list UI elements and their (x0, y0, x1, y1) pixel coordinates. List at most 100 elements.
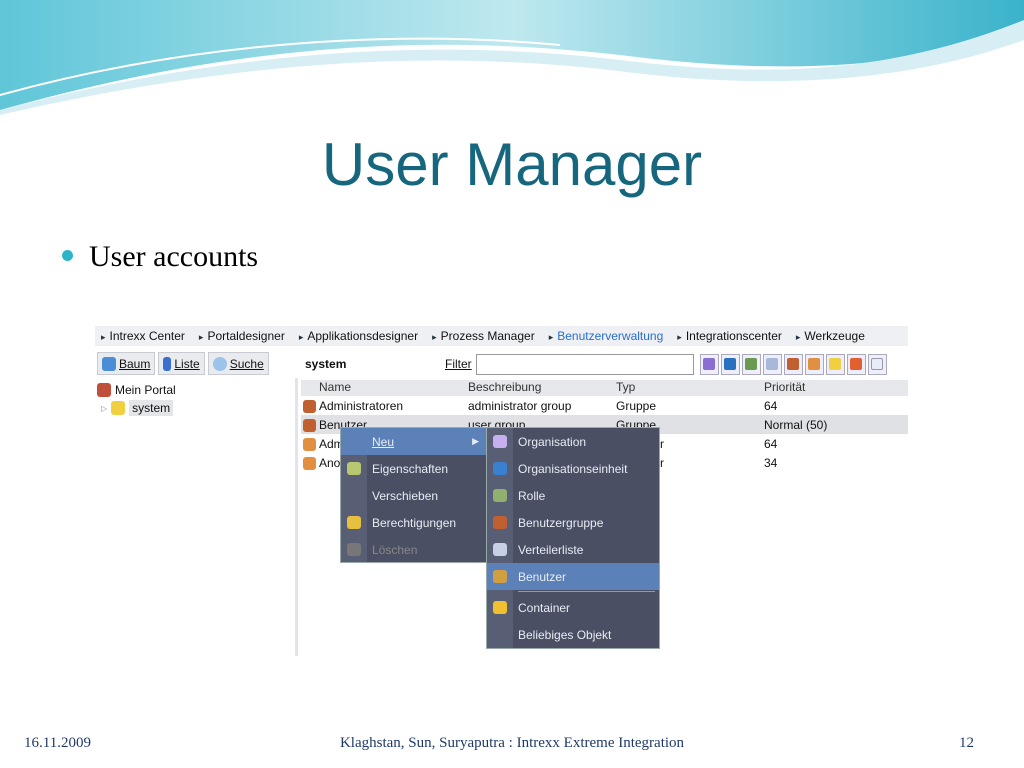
folder-icon (829, 358, 842, 370)
menu-benutzerverwaltung[interactable]: Benutzerverwaltung (549, 329, 663, 343)
user-icon (303, 437, 316, 451)
menu-integrationscenter[interactable]: Integrationscenter (677, 329, 782, 343)
suche-button[interactable]: Suche (207, 352, 269, 375)
menu-applikationsdesigner[interactable]: Applikationsdesigner (299, 329, 418, 343)
user-icon (808, 358, 821, 370)
cell-name: Administratoren (319, 398, 404, 413)
current-path: system (305, 357, 347, 371)
submenu-item-rolle[interactable]: Rolle (487, 482, 659, 509)
col-prioritaet[interactable]: Priorität (764, 380, 908, 396)
organisation-icon (493, 435, 507, 448)
orgunit-icon (493, 462, 507, 475)
new-document-button[interactable] (867, 353, 887, 375)
label: Verteilerliste (518, 542, 584, 557)
submenu-item-organisationseinheit[interactable]: Organisationseinheit (487, 455, 659, 482)
table-row[interactable]: Administratoren administrator group Gruppe… (301, 396, 908, 415)
menu-item-verschieben[interactable]: Verschieben (341, 482, 487, 509)
cell-priority: 64 (764, 436, 778, 451)
label: Löschen (372, 542, 418, 557)
menu-item-berechtigungen[interactable]: Berechtigungen (341, 509, 487, 536)
baum-label: Baum (119, 356, 151, 371)
slide-title: User Manager (321, 131, 703, 198)
submenu-neu: Organisation Organisationseinheit Rolle … (486, 427, 660, 649)
tree-node-mein-portal[interactable]: Mein Portal (97, 383, 176, 397)
new-object-icons (699, 353, 887, 375)
new-object-button[interactable] (846, 353, 866, 375)
portal-icon (97, 383, 111, 397)
new-organisation-button[interactable] (699, 353, 719, 375)
header-wave-decoration (0, 0, 1024, 115)
menu-portaldesigner[interactable]: Portaldesigner (199, 329, 284, 343)
bullet-icon (62, 249, 73, 261)
bullet-item: User accounts (62, 240, 258, 274)
menu-werkzeuge[interactable]: Werkzeuge (796, 329, 864, 343)
menu-item-neu[interactable]: Neu ▶ (341, 428, 487, 455)
expand-icon[interactable]: ▷ (101, 404, 107, 413)
col-typ[interactable]: Typ (616, 380, 764, 396)
submenu-arrow-icon: ▶ (472, 436, 479, 446)
new-container-button[interactable] (825, 353, 845, 375)
distribution-list-icon (493, 543, 507, 556)
properties-icon (347, 462, 361, 475)
submenu-item-organisation[interactable]: Organisation (487, 428, 659, 455)
group-icon (303, 399, 316, 413)
role-icon (745, 358, 758, 370)
cell-priority: Normal (50) (764, 417, 828, 432)
cell-desc: administrator group (468, 398, 572, 413)
filter-input[interactable] (475, 353, 694, 375)
list-toolbar: system Filter (301, 350, 908, 378)
tree-node-system[interactable]: ▷ system (101, 400, 174, 416)
submenu-item-beliebiges-objekt[interactable]: Beliebiges Objekt (487, 621, 659, 648)
app-screenshot: Intrexx Center Portaldesigner Applikatio… (95, 326, 908, 656)
folder-icon (111, 401, 126, 415)
delete-icon (347, 543, 361, 556)
new-orgunit-button[interactable] (720, 353, 740, 375)
folder-icon (493, 601, 507, 614)
submenu-item-container[interactable]: Container (487, 594, 659, 621)
col-beschreibung[interactable]: Beschreibung (468, 380, 616, 396)
label: Benutzergruppe (518, 515, 604, 530)
table-header: Name Beschreibung Typ Priorität (301, 380, 908, 396)
bullet-text: User accounts (89, 240, 259, 273)
submenu-item-benutzergruppe[interactable]: Benutzergruppe (487, 509, 659, 536)
submenu-item-verteilerliste[interactable]: Verteilerliste (487, 536, 659, 563)
label: Verschieben (372, 488, 439, 503)
user-icon (493, 570, 507, 583)
submenu-item-benutzer[interactable]: Benutzer (487, 563, 659, 590)
new-role-button[interactable] (741, 353, 761, 375)
new-user-button[interactable] (804, 353, 824, 375)
footer-text: Klaghstan, Sun, Suryaputra : Intrexx Ext… (339, 735, 685, 751)
menu-item-eigenschaften[interactable]: Eigenschaften (341, 455, 487, 482)
tree-child-label: system (129, 400, 174, 416)
view-toolbar: Baum Liste Suche (95, 350, 298, 378)
label: Berechtigungen (372, 515, 457, 530)
group-icon (303, 418, 316, 432)
module-menubar: Intrexx Center Portaldesigner Applikatio… (95, 326, 908, 346)
filter-label: Filter (445, 357, 472, 371)
new-distribution-list-button[interactable] (762, 353, 782, 375)
key-icon (347, 516, 361, 529)
list-icon (163, 356, 172, 371)
menu-separator (518, 591, 655, 593)
search-icon (212, 356, 227, 371)
new-group-button[interactable] (783, 353, 803, 375)
suche-label: Suche (229, 356, 264, 371)
context-menu: Neu ▶ Eigenschaften Verschieben Berechtig… (340, 427, 488, 563)
distribution-list-icon (766, 358, 779, 370)
baum-button[interactable]: Baum (97, 352, 156, 375)
menu-item-loeschen: Löschen (341, 536, 487, 563)
user-icon (303, 456, 316, 470)
col-name[interactable]: Name (301, 380, 468, 396)
menu-intrexx-center[interactable]: Intrexx Center (101, 329, 185, 343)
organisation-icon (703, 358, 716, 370)
objects-icon (850, 358, 863, 370)
document-icon (871, 358, 884, 370)
label: Organisation (518, 434, 587, 449)
orgunit-icon (724, 358, 737, 370)
role-icon (493, 489, 507, 502)
liste-button[interactable]: Liste (158, 352, 205, 375)
cell-type: Gruppe (616, 398, 657, 413)
menu-prozess-manager[interactable]: Prozess Manager (432, 329, 535, 343)
liste-label: Liste (174, 356, 200, 371)
group-icon (787, 358, 800, 370)
